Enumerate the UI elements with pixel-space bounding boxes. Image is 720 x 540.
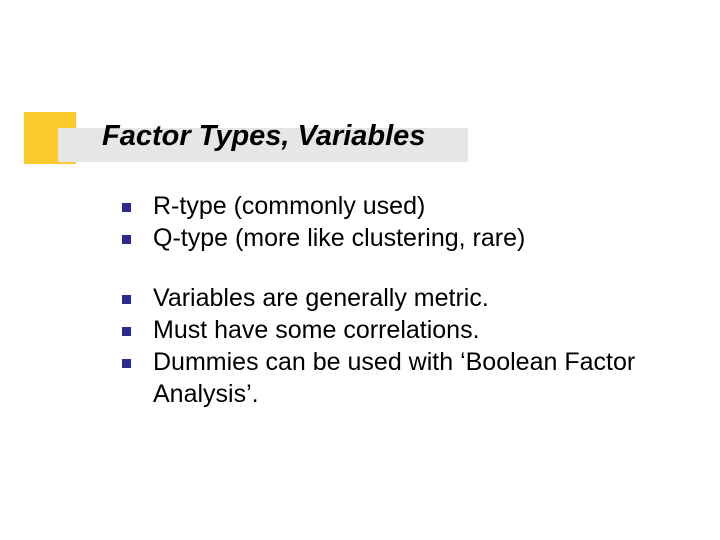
list-item-text: Variables are generally metric.: [153, 282, 662, 314]
bullet-group-1: R-type (commonly used) Q-type (more like…: [122, 190, 662, 254]
slide-body: R-type (commonly used) Q-type (more like…: [122, 190, 662, 438]
bullet-group-2: Variables are generally metric. Must hav…: [122, 282, 662, 410]
list-item-text: Must have some correlations.: [153, 314, 662, 346]
list-item-text: Dummies can be used with ‘Boolean Factor…: [153, 346, 662, 410]
list-item: Dummies can be used with ‘Boolean Factor…: [122, 346, 662, 410]
list-item: Q-type (more like clustering, rare): [122, 222, 662, 254]
square-bullet-icon: [122, 235, 131, 244]
slide-title: Factor Types, Variables: [102, 120, 425, 153]
slide: Factor Types, Variables R-type (commonly…: [0, 0, 720, 540]
list-item-text: R-type (commonly used): [153, 190, 662, 222]
square-bullet-icon: [122, 295, 131, 304]
list-item: Must have some correlations.: [122, 314, 662, 346]
list-item-text: Q-type (more like clustering, rare): [153, 222, 662, 254]
square-bullet-icon: [122, 327, 131, 336]
list-item: Variables are generally metric.: [122, 282, 662, 314]
list-item: R-type (commonly used): [122, 190, 662, 222]
square-bullet-icon: [122, 203, 131, 212]
square-bullet-icon: [122, 359, 131, 368]
